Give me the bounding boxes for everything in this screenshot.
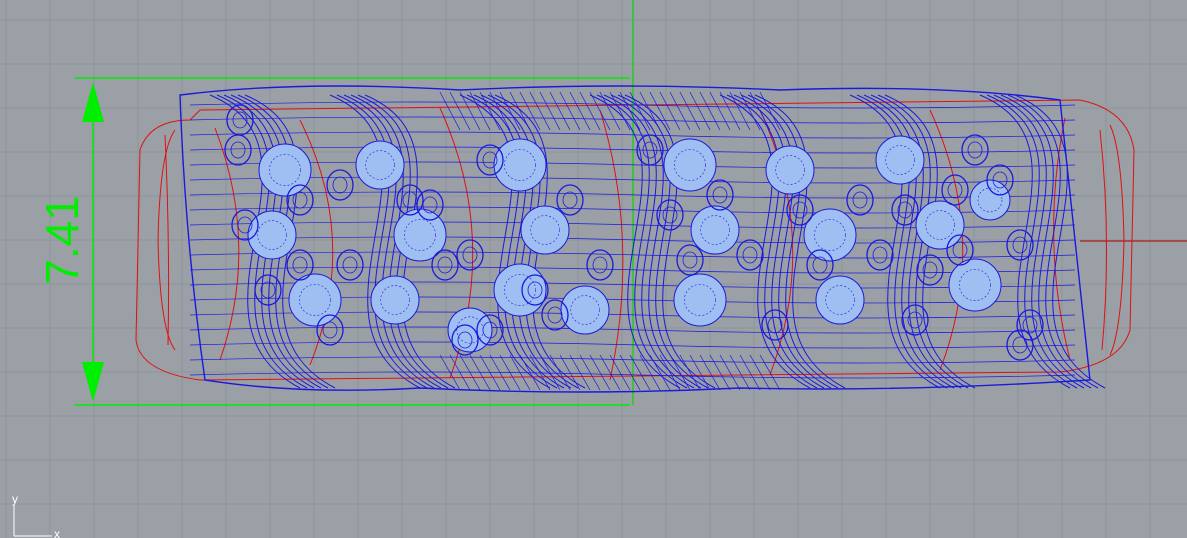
prong-cylinder-inner bbox=[712, 186, 728, 204]
hatch-wire bbox=[519, 91, 541, 131]
axis-gizmo: y x bbox=[12, 492, 60, 538]
prong-cylinder-inner bbox=[952, 241, 968, 259]
hatch-wire bbox=[439, 91, 461, 131]
prong-cylinder bbox=[706, 179, 734, 211]
prong-cylinder-inner bbox=[342, 256, 358, 274]
gem-stone[interactable] bbox=[673, 273, 727, 327]
gem-stone[interactable] bbox=[690, 205, 740, 255]
gem-stone[interactable] bbox=[288, 273, 342, 327]
prong-cylinder-inner bbox=[592, 256, 608, 274]
gem-stone[interactable] bbox=[969, 179, 1011, 221]
prong-cylinder-inner bbox=[562, 191, 578, 209]
prong-cylinder-inner bbox=[967, 141, 983, 159]
axis-gizmo-x-label: x bbox=[54, 527, 60, 538]
prong-cylinder-inner bbox=[437, 256, 453, 274]
prong-cylinder bbox=[761, 309, 789, 341]
prong-cylinder-inner bbox=[402, 191, 418, 209]
dimension-arrow-bottom bbox=[82, 362, 104, 402]
prong-cylinder-inner bbox=[852, 191, 868, 209]
hatch-wire bbox=[739, 91, 761, 131]
gem-stone[interactable] bbox=[663, 138, 717, 192]
hatch-wire bbox=[669, 91, 691, 131]
prong-cylinder-inner bbox=[322, 321, 338, 339]
prong-cylinder bbox=[961, 134, 989, 166]
hatch-wire bbox=[649, 91, 671, 131]
prong-cylinder bbox=[1006, 229, 1034, 261]
gem-stone[interactable] bbox=[370, 275, 420, 325]
hatch-wire bbox=[569, 91, 591, 131]
prong-cylinder bbox=[786, 194, 814, 226]
prong-cylinder bbox=[224, 134, 252, 166]
strand-wire bbox=[603, 94, 695, 389]
hatch-wire bbox=[589, 91, 611, 131]
gem-stone[interactable] bbox=[520, 205, 570, 255]
gem-stone[interactable] bbox=[815, 275, 865, 325]
prong-cylinder bbox=[846, 184, 874, 216]
gem-stone[interactable] bbox=[948, 258, 1002, 312]
dimension-arrow-top bbox=[82, 82, 104, 122]
dimension-value-text: 7.41 bbox=[36, 195, 88, 285]
prong-cylinder bbox=[556, 184, 584, 216]
prong-cylinder bbox=[941, 174, 969, 206]
ring-band-blue-wireframe[interactable] bbox=[179, 85, 1106, 393]
prong-cylinder-inner bbox=[792, 201, 808, 219]
prong-cylinder-inner bbox=[742, 246, 758, 264]
gem-stone[interactable] bbox=[493, 263, 547, 317]
hatch-wire bbox=[759, 91, 781, 131]
gem-stone[interactable] bbox=[875, 135, 925, 185]
prong-cylinder bbox=[431, 249, 459, 281]
hatch-wire bbox=[719, 91, 741, 131]
prong-cylinder-inner bbox=[547, 306, 563, 324]
hatch-wire bbox=[549, 91, 571, 131]
prong-cylinder bbox=[254, 274, 282, 306]
prong-cylinder bbox=[286, 249, 314, 281]
prong-cylinder-inner bbox=[872, 246, 888, 264]
hatch-wire bbox=[609, 91, 631, 131]
hatch-wire bbox=[539, 91, 561, 131]
prong-cylinder-inner bbox=[292, 191, 308, 209]
gem-stone[interactable] bbox=[915, 200, 965, 250]
rhino-top-viewport[interactable]: 7.41 y x bbox=[0, 0, 1187, 538]
prong-cylinder-inner bbox=[230, 141, 246, 159]
prong-cylinder-inner bbox=[1012, 236, 1028, 254]
axis-gizmo-y-label: y bbox=[12, 492, 18, 506]
prong-cylinder-inner bbox=[332, 176, 348, 194]
prong-cylinder bbox=[676, 244, 704, 276]
prong-cylinder bbox=[586, 249, 614, 281]
hatch-wire bbox=[559, 91, 581, 131]
gem-stone[interactable] bbox=[765, 145, 815, 195]
hatch-wire bbox=[459, 91, 481, 131]
gem-stone[interactable] bbox=[258, 143, 312, 197]
hatch-wire bbox=[679, 91, 701, 131]
prong-cylinder bbox=[736, 239, 764, 271]
prong-cylinder bbox=[866, 239, 894, 271]
prong-cylinder-inner bbox=[682, 251, 698, 269]
gem-stone[interactable] bbox=[560, 285, 610, 335]
prong-cylinder-inner bbox=[1012, 336, 1028, 354]
prong-cylinder-inner bbox=[292, 256, 308, 274]
viewport-canvas[interactable]: 7.41 y x bbox=[0, 0, 1187, 538]
gem-stone[interactable] bbox=[355, 140, 405, 190]
prong-cylinder bbox=[456, 239, 484, 271]
hatch-wire bbox=[689, 91, 711, 131]
prong-cylinder-inner bbox=[462, 246, 478, 264]
prong-cylinder bbox=[336, 249, 364, 281]
hatch-wire bbox=[499, 91, 521, 131]
prong-cylinder-inner bbox=[662, 206, 678, 224]
